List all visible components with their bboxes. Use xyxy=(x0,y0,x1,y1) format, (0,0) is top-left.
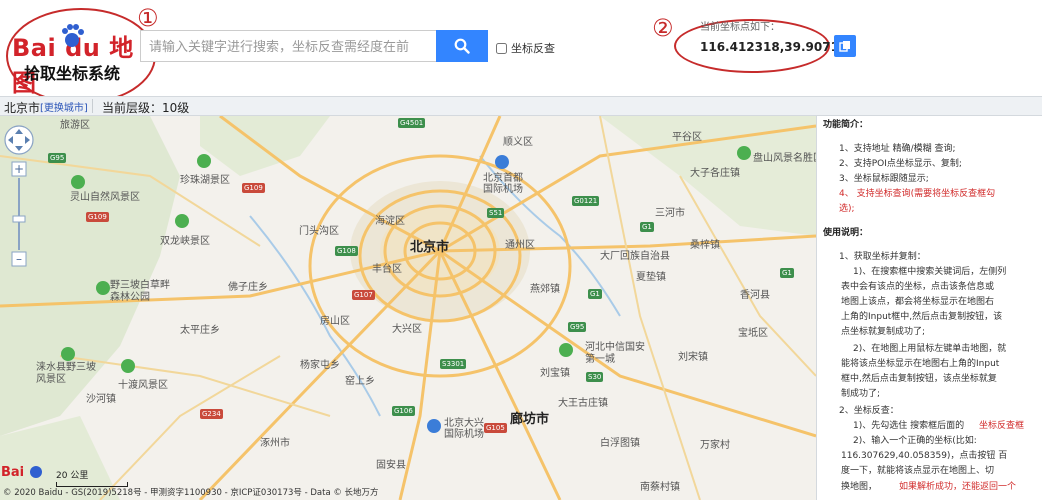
usage-line: 1)、在搜索框中搜索关键词后，左侧列 xyxy=(853,267,1007,277)
usage-line: 116.307629,40.058359)，点击按钮 百 xyxy=(841,451,1008,461)
usage-line: 坐标反查框 xyxy=(979,421,1025,431)
usage-line: 度一下，就能将该点显示在地图上、切 xyxy=(841,466,995,476)
usage-line: 地图上该点，都会将坐标显示在地图右 xyxy=(841,297,995,307)
intro-item: 1、支持地址 精确/模糊 查询; xyxy=(839,144,956,154)
baidu-watermark-icon: Bai xyxy=(1,465,42,480)
baidu-map-logo[interactable]: Bai du 地图 拾取坐标系统 xyxy=(6,8,156,104)
reverse-lookup-label: 坐标反查 xyxy=(511,42,555,55)
usage-line: 制成功了; xyxy=(841,389,881,399)
search-input[interactable] xyxy=(140,30,436,62)
current-city: 北京市 xyxy=(4,101,41,115)
scale-bar: 20 公里 xyxy=(56,468,128,487)
paw-icon xyxy=(62,24,84,47)
usage-line: 换地图， xyxy=(841,482,878,492)
annotation-marker-1: ① xyxy=(137,4,159,32)
zoom-level: 当前层级：10级 xyxy=(102,101,190,115)
search-icon xyxy=(454,38,470,54)
intro-item: 3、坐标鼠标跟随显示; xyxy=(839,174,929,184)
usage-line: 框中,然后点击复制按钮，该点坐标就复 xyxy=(841,374,997,384)
intro-title: 功能简介： xyxy=(823,120,869,130)
reverse-lookup-checkbox[interactable] xyxy=(496,42,507,54)
copy-icon xyxy=(839,41,850,52)
coord-label: 当前坐标点如下： xyxy=(700,22,780,33)
help-sidebar: 功能简介： 1、支持地址 精确/模糊 查询; 2、支持POI点坐标显示、复制; … xyxy=(816,116,1042,500)
usage-line: 如果解析成功，还能返回一个 xyxy=(899,482,1017,492)
map-copyright: © 2020 Baidu - GS(2019)5218号 - 甲测资字11009… xyxy=(3,488,379,498)
intro-item: 4、 支持坐标查询(需要将坐标反查框勾 xyxy=(839,189,996,199)
usage-title: 使用说明： xyxy=(823,228,869,238)
usage-line: 1)、先勾选住 搜索框后面的 xyxy=(853,421,965,431)
usage-line: 2、坐标反查： xyxy=(839,406,899,416)
logo-subtitle: 拾取坐标系统 xyxy=(24,64,121,83)
reverse-lookup-toggle[interactable]: 坐标反查 xyxy=(496,40,555,56)
annotation-marker-2: ② xyxy=(652,14,674,42)
divider xyxy=(92,99,93,113)
change-city-link[interactable]: [更换城市] xyxy=(40,99,88,114)
poi-markers xyxy=(61,146,751,433)
scale-label: 20 公里 xyxy=(56,471,89,481)
svg-text:Bai: Bai xyxy=(1,465,24,480)
usage-line: 表中会有该点的坐标，点击该条信息或 xyxy=(841,282,995,292)
map-canvas[interactable]: + – 北京市 廊坊市 旅游区 顺义区 平谷区 北京首都国际机场 珍珠湖景区 灵… xyxy=(0,116,816,500)
usage-line: 1、获取坐标并复制： xyxy=(839,252,926,262)
coord-value-field[interactable]: 116.412318,39.907187 xyxy=(700,40,856,54)
usage-line: 2)、在地图上用鼠标左键单击地图，就 xyxy=(853,344,1007,354)
usage-line: 上角的Input框中,然后点击复制按钮，该 xyxy=(841,312,1003,322)
usage-line: 点坐标就复制成功了; xyxy=(841,327,926,337)
copy-button[interactable] xyxy=(834,35,856,57)
usage-line: 2)、输入一个正确的坐标(比如: xyxy=(853,436,977,446)
intro-item: 2、支持POI点坐标显示、复制; xyxy=(839,159,962,169)
header: Bai du 地图 拾取坐标系统 ① 坐标反查 ② 当前坐标点如下： 116.4… xyxy=(0,0,1042,104)
usage-line: 能将该点坐标显示在地图右上角的Input xyxy=(841,359,1000,369)
intro-item: 选); xyxy=(839,204,855,214)
search-button[interactable] xyxy=(436,30,488,62)
city-bar: 北京市 [更换城市] 当前层级：10级 xyxy=(0,96,1042,116)
